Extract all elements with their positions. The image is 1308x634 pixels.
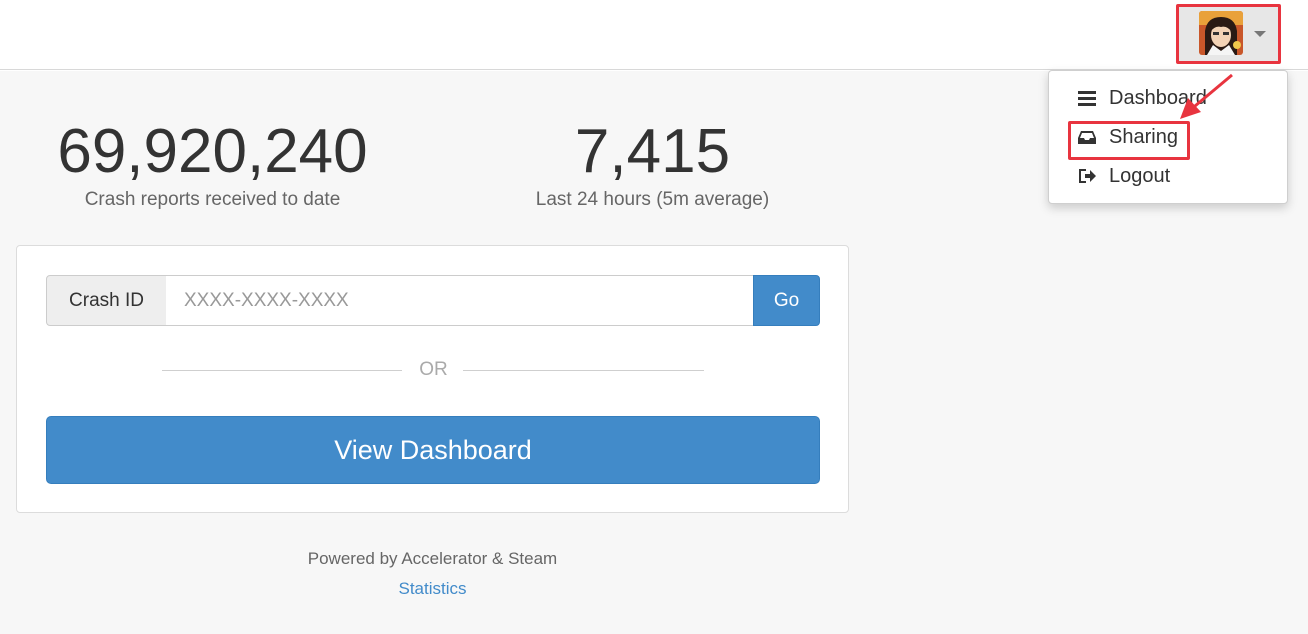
powered-by-text: Powered by Accelerator & Steam bbox=[307, 549, 558, 568]
caret-down-icon bbox=[1254, 31, 1266, 37]
stat-total-label: Crash reports received to date bbox=[84, 189, 341, 210]
stat-24h-label: Last 24 hours (5m average) bbox=[535, 189, 770, 210]
inbox-icon bbox=[1078, 131, 1096, 144]
or-text: OR bbox=[419, 359, 448, 380]
stat-24h-value: 7,415 bbox=[574, 117, 731, 186]
list-icon bbox=[1078, 91, 1096, 106]
stat-24h: 7,415 Last 24 hours (5m average) bbox=[500, 121, 805, 211]
crash-id-input[interactable] bbox=[166, 275, 754, 326]
crash-id-label: Crash ID bbox=[46, 275, 167, 326]
stat-total: 69,920,240 Crash reports received to dat… bbox=[40, 121, 385, 211]
dropdown-item-dashboard[interactable]: Dashboard bbox=[1049, 80, 1287, 116]
footer: Powered by Accelerator & Steam Statistic… bbox=[16, 547, 849, 607]
view-dashboard-button[interactable]: View Dashboard bbox=[46, 416, 820, 484]
statistics-link[interactable]: Statistics bbox=[398, 571, 466, 607]
user-avatar bbox=[1199, 11, 1243, 55]
or-divider: OR bbox=[17, 358, 850, 382]
dropdown-item-logout[interactable]: Logout bbox=[1049, 158, 1287, 194]
top-navbar bbox=[0, 0, 1308, 70]
page: 69,920,240 Crash reports received to dat… bbox=[0, 0, 1308, 634]
stat-total-value: 69,920,240 bbox=[57, 117, 368, 186]
crash-id-input-group: Crash ID Go bbox=[46, 275, 820, 326]
sign-out-icon bbox=[1079, 169, 1096, 183]
user-dropdown-menu: Dashboard Sharing Logout bbox=[1048, 70, 1288, 204]
dropdown-label-dashboard: Dashboard bbox=[1109, 87, 1207, 109]
dropdown-label-sharing: Sharing bbox=[1109, 126, 1178, 148]
go-button[interactable]: Go bbox=[753, 275, 820, 326]
user-menu-toggle[interactable] bbox=[1177, 5, 1280, 63]
dropdown-label-logout: Logout bbox=[1109, 165, 1171, 187]
dropdown-item-sharing[interactable]: Sharing bbox=[1049, 119, 1287, 155]
search-panel: Crash ID Go OR View Dashboard bbox=[16, 245, 849, 513]
divider-line-right bbox=[463, 370, 704, 371]
